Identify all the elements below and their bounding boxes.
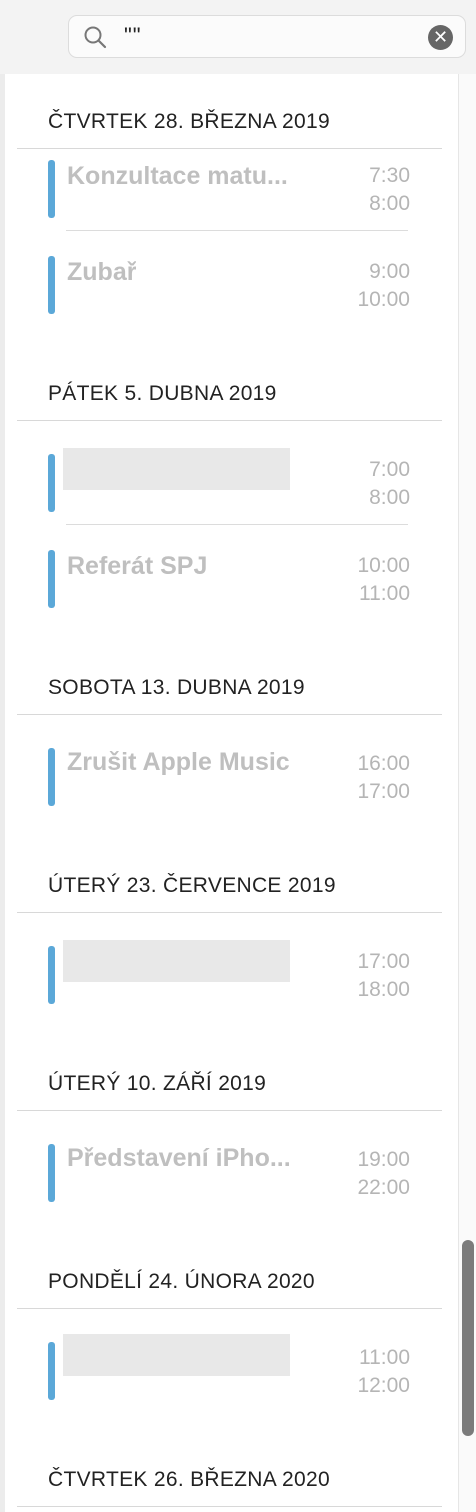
event-title: Zrušit Apple Music (67, 748, 290, 776)
clear-icon[interactable]: ✕ (428, 25, 453, 50)
event-title: Konzultace matu... (67, 162, 288, 190)
event-start-time: 10:00 (357, 554, 410, 577)
day-header: ÚTERÝ 10. ZÁŘÍ 2019 (48, 1072, 267, 1095)
day-header: ČTVRTEK 26. BŘEZNA 2020 (48, 1468, 330, 1491)
event-start-time: 7:00 (369, 458, 410, 481)
calendar-color-bar (48, 946, 55, 1004)
calendar-color-bar (48, 1342, 55, 1400)
event-end-time: 18:00 (357, 978, 410, 1001)
scrollbar-thumb[interactable] (462, 1240, 474, 1436)
calendar-color-bar (48, 160, 55, 218)
search-input[interactable]: "" (124, 23, 142, 49)
day-divider (17, 1506, 442, 1507)
event-title: Představení iPho... (67, 1144, 291, 1172)
search-icon (84, 26, 107, 49)
event-start-time: 17:00 (357, 950, 410, 973)
event-title-placeholder (63, 940, 290, 982)
event-end-time: 17:00 (357, 780, 410, 803)
event-start-time: 11:00 (359, 1346, 410, 1369)
event-start-time: 7:30 (369, 164, 410, 187)
search-field[interactable]: "" ✕ (68, 15, 466, 58)
day-divider (17, 714, 442, 715)
event-start-time: 9:00 (369, 260, 410, 283)
day-divider (17, 148, 442, 149)
day-divider (17, 1110, 442, 1111)
calendar-color-bar (48, 1144, 55, 1202)
event-divider (66, 524, 408, 525)
event-start-time: 19:00 (357, 1148, 410, 1171)
event-title-placeholder (63, 1334, 290, 1376)
calendar-color-bar (48, 550, 55, 608)
event-start-time: 16:00 (357, 752, 410, 775)
event-title: Referát SPJ (67, 552, 208, 580)
day-divider (17, 1308, 442, 1309)
event-end-time: 11:00 (359, 582, 410, 605)
calendar-color-bar (48, 454, 55, 512)
calendar-color-bar (48, 256, 55, 314)
day-header: ČTVRTEK 28. BŘEZNA 2019 (48, 110, 330, 133)
event-end-time: 8:00 (369, 192, 410, 215)
day-divider (17, 420, 442, 421)
event-title-placeholder (63, 448, 290, 490)
day-header: PÁTEK 5. DUBNA 2019 (48, 382, 277, 405)
event-title: Zubař (67, 258, 137, 286)
event-end-time: 22:00 (357, 1176, 410, 1199)
day-header: ÚTERÝ 23. ČERVENCE 2019 (48, 874, 336, 897)
calendar-color-bar (48, 748, 55, 806)
day-divider (17, 912, 442, 913)
search-results-list[interactable]: ČTVRTEK 28. BŘEZNA 2019 Konzultace matu.… (5, 74, 458, 1512)
toolbar: "" ✕ (0, 0, 476, 74)
day-header: SOBOTA 13. DUBNA 2019 (48, 676, 305, 699)
event-divider (66, 230, 408, 231)
event-end-time: 8:00 (369, 486, 410, 509)
event-end-time: 10:00 (357, 288, 410, 311)
event-end-time: 12:00 (357, 1374, 410, 1397)
day-header: PONDĚLÍ 24. ÚNORA 2020 (48, 1270, 315, 1293)
